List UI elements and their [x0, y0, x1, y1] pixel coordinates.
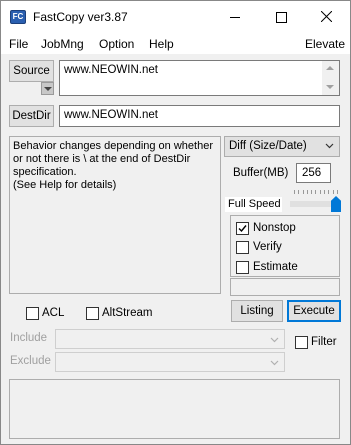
menu-file[interactable]: File	[9, 37, 28, 51]
menu-help[interactable]: Help	[149, 37, 174, 51]
speed-ticks	[294, 190, 338, 194]
destdir-value: www.NEOWIN.net	[64, 109, 158, 121]
menu-option[interactable]: Option	[99, 37, 134, 51]
source-input[interactable]: www.NEOWIN.net	[59, 60, 340, 96]
buffer-value: 256	[302, 167, 322, 179]
filter-checkbox[interactable]	[295, 336, 308, 349]
source-button[interactable]: Source	[9, 60, 54, 82]
filter-label: Filter	[311, 336, 337, 348]
copy-mode-value: Diff (Size/Date)	[229, 140, 307, 152]
speed-label: Full Speed	[225, 197, 282, 212]
speed-slider-thumb[interactable]	[331, 196, 341, 212]
maximize-button[interactable]	[258, 1, 304, 32]
chevron-down-icon	[270, 337, 279, 343]
source-history-dropdown[interactable]	[41, 82, 54, 95]
close-button[interactable]	[304, 1, 350, 32]
include-combo[interactable]	[55, 329, 285, 349]
acl-checkbox[interactable]	[26, 307, 39, 320]
checkmark-icon	[238, 225, 247, 233]
copy-mode-select[interactable]: Diff (Size/Date)	[224, 136, 340, 157]
scroll-up-icon[interactable]	[326, 66, 334, 70]
source-value: www.NEOWIN.net	[64, 64, 158, 76]
altstream-checkbox[interactable]	[86, 307, 99, 320]
options-group: Nonstop Verify Estimate	[230, 215, 340, 277]
info-text: Behavior changes depending on whether or…	[13, 140, 213, 191]
destdir-input[interactable]: www.NEOWIN.net	[59, 105, 340, 127]
minimize-button[interactable]	[212, 1, 258, 32]
menu-elevate[interactable]: Elevate	[305, 37, 345, 51]
source-scrollbar[interactable]	[322, 61, 339, 95]
chevron-down-icon	[325, 143, 334, 149]
window-title: FastCopy ver3.87	[33, 10, 128, 24]
chevron-down-icon	[270, 360, 279, 366]
execute-button[interactable]: Execute	[287, 300, 341, 322]
estimate-checkbox[interactable]	[236, 261, 249, 274]
exclude-combo[interactable]	[55, 352, 285, 372]
title-bar[interactable]: FC FastCopy ver3.87	[1, 1, 350, 32]
app-icon: FC	[10, 10, 26, 24]
altstream-label: AltStream	[102, 307, 153, 319]
buffer-input[interactable]: 256	[296, 163, 331, 183]
verify-label: Verify	[253, 241, 282, 253]
exclude-label: Exclude	[10, 355, 51, 367]
info-text-box: Behavior changes depending on whether or…	[9, 136, 221, 294]
nonstop-label: Nonstop	[253, 222, 296, 234]
verify-checkbox[interactable]	[236, 241, 249, 254]
menu-bar: File JobMng Option Help Elevate	[1, 32, 350, 54]
include-label: Include	[10, 332, 48, 344]
status-field	[230, 278, 340, 296]
buffer-label: Buffer(MB)	[233, 167, 289, 179]
estimate-label: Estimate	[253, 261, 298, 273]
fastcopy-window: FC FastCopy ver3.87 File JobMng Option H…	[0, 0, 351, 445]
menu-jobmng[interactable]: JobMng	[41, 37, 84, 51]
nonstop-checkbox[interactable]	[236, 222, 249, 235]
destdir-button[interactable]: DestDir	[9, 105, 54, 127]
log-area	[9, 379, 340, 439]
listing-button[interactable]: Listing	[231, 300, 283, 322]
acl-label: ACL	[42, 307, 65, 319]
scroll-down-icon[interactable]	[326, 85, 334, 89]
close-icon	[321, 11, 332, 22]
